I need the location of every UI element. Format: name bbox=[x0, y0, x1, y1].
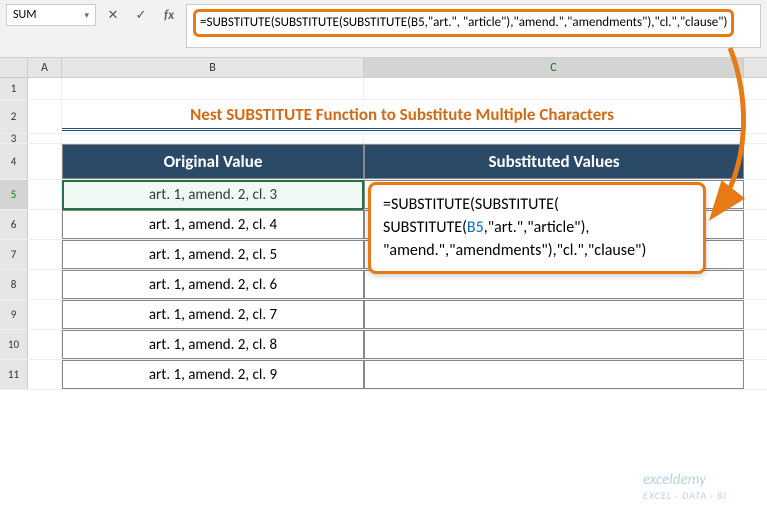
row-header-8[interactable]: 8 bbox=[0, 270, 28, 299]
watermark-tag: EXCEL · DATA · BI bbox=[643, 489, 727, 502]
callout-cellref: B5 bbox=[467, 218, 484, 237]
chevron-down-icon[interactable]: ▾ bbox=[84, 10, 89, 21]
row-header-10[interactable]: 10 bbox=[0, 330, 28, 359]
row-header-4[interactable]: 4 bbox=[0, 144, 28, 179]
row-header-6[interactable]: 6 bbox=[0, 210, 28, 239]
name-box-value: SUM bbox=[13, 8, 36, 22]
row-4: 4 Original Value Substituted Values bbox=[0, 144, 767, 180]
cell-A5[interactable] bbox=[28, 180, 62, 209]
column-header-row: A B C bbox=[0, 58, 767, 78]
cell-B1[interactable] bbox=[62, 78, 364, 99]
cell-A11[interactable] bbox=[28, 360, 62, 389]
watermark: exceldemy EXCEL · DATA · BI bbox=[643, 471, 727, 502]
cell-C1[interactable] bbox=[364, 78, 744, 99]
cell-A6[interactable] bbox=[28, 210, 62, 239]
cell-B10[interactable]: art. 1, amend. 2, cl. 8 bbox=[62, 330, 364, 359]
select-all-corner[interactable] bbox=[0, 58, 28, 77]
cancel-icon[interactable]: ✕ bbox=[102, 4, 124, 26]
row-1: 1 bbox=[0, 78, 767, 100]
callout-line1: =SUBSTITUTE(SUBSTITUTE( bbox=[383, 195, 559, 214]
cell-A4[interactable] bbox=[28, 144, 62, 179]
cell-C8[interactable] bbox=[364, 270, 744, 299]
cell-A9[interactable] bbox=[28, 300, 62, 329]
cell-C3[interactable] bbox=[364, 134, 744, 143]
col-header-A[interactable]: A bbox=[28, 58, 62, 77]
row-10: 10 art. 1, amend. 2, cl. 8 bbox=[0, 330, 767, 360]
cell-B5[interactable]: art. 1, amend. 2, cl. 3 bbox=[62, 180, 364, 209]
cell-C9[interactable] bbox=[364, 300, 744, 329]
row-header-7[interactable]: 7 bbox=[0, 240, 28, 269]
cell-B6[interactable]: art. 1, amend. 2, cl. 4 bbox=[62, 210, 364, 239]
spreadsheet-grid: 1 2 3 4 Original Value Substituted Value… bbox=[0, 78, 767, 390]
row-8: 8 art. 1, amend. 2, cl. 6 bbox=[0, 270, 767, 300]
cell-A3[interactable] bbox=[28, 134, 62, 143]
callout-line2a: SUBSTITUTE( bbox=[383, 218, 467, 237]
header-original-value[interactable]: Original Value bbox=[62, 144, 364, 179]
name-box[interactable]: SUM ▾ bbox=[6, 4, 96, 26]
cell-C10[interactable] bbox=[364, 330, 744, 359]
cell-A7[interactable] bbox=[28, 240, 62, 269]
cell-B7[interactable]: art. 1, amend. 2, cl. 5 bbox=[62, 240, 364, 269]
formula-callout: =SUBSTITUTE(SUBSTITUTE( SUBSTITUTE(B5,"a… bbox=[368, 182, 706, 274]
watermark-brand: exceldemy bbox=[643, 471, 706, 489]
cell-A1[interactable] bbox=[28, 78, 62, 99]
cell-A10[interactable] bbox=[28, 330, 62, 359]
cell-B9[interactable]: art. 1, amend. 2, cl. 7 bbox=[62, 300, 364, 329]
row-header-2[interactable]: 2 bbox=[0, 100, 28, 133]
callout-line3: "amend.","amendments"),"cl.","clause") bbox=[383, 241, 646, 260]
col-header-B[interactable]: B bbox=[62, 58, 364, 77]
title-merged: Nest SUBSTITUTE Function to Substitute M… bbox=[62, 100, 742, 134]
row-11: 11 art. 1, amend. 2, cl. 9 bbox=[0, 360, 767, 390]
row-header-9[interactable]: 9 bbox=[0, 300, 28, 329]
cell-B8[interactable]: art. 1, amend. 2, cl. 6 bbox=[62, 270, 364, 299]
formula-bar: SUM ▾ ✕ ✓ fx =SUBSTITUTE(SUBSTITUTE(SUBS… bbox=[0, 0, 767, 58]
row-3: 3 bbox=[0, 134, 767, 144]
callout-arrow bbox=[700, 38, 760, 248]
row-header-5[interactable]: 5 bbox=[0, 180, 28, 209]
cell-B3[interactable] bbox=[62, 134, 364, 143]
formula-input[interactable]: =SUBSTITUTE(SUBSTITUTE(SUBSTITUTE(B5,"ar… bbox=[186, 4, 761, 48]
formula-text: =SUBSTITUTE(SUBSTITUTE(SUBSTITUTE(B5,"ar… bbox=[200, 15, 727, 30]
row-header-3[interactable]: 3 bbox=[0, 134, 28, 143]
page-title: Nest SUBSTITUTE Function to Substitute M… bbox=[190, 104, 614, 125]
col-header-C[interactable]: C bbox=[364, 58, 744, 77]
callout-line2b: ,"art.","article"), bbox=[484, 218, 590, 237]
row-header-11[interactable]: 11 bbox=[0, 360, 28, 389]
cell-C11[interactable] bbox=[364, 360, 744, 389]
cell-B11[interactable]: art. 1, amend. 2, cl. 9 bbox=[62, 360, 364, 389]
formula-highlight: =SUBSTITUTE(SUBSTITUTE(SUBSTITUTE(B5,"ar… bbox=[193, 9, 734, 37]
cell-A2[interactable] bbox=[28, 100, 62, 133]
fx-icon[interactable]: fx bbox=[158, 4, 180, 26]
row-header-1[interactable]: 1 bbox=[0, 78, 28, 99]
header-substituted-values[interactable]: Substituted Values bbox=[364, 144, 744, 179]
row-9: 9 art. 1, amend. 2, cl. 7 bbox=[0, 300, 767, 330]
enter-icon[interactable]: ✓ bbox=[130, 4, 152, 26]
cell-A8[interactable] bbox=[28, 270, 62, 299]
